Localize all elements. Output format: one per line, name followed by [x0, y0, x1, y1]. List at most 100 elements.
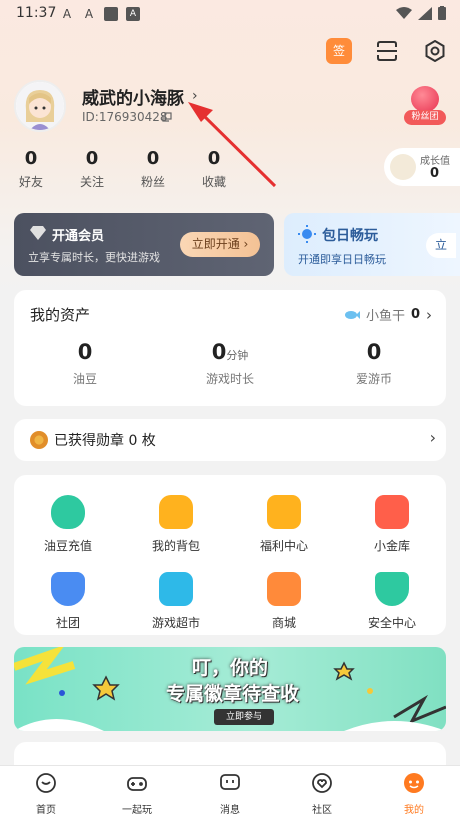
status-time: 11:37: [16, 5, 57, 21]
gamepad-icon: [127, 777, 147, 791]
bean-icon: [51, 495, 85, 529]
fish-label: 小鱼干: [365, 309, 405, 324]
gift-icon: [267, 495, 301, 529]
grid-item-vault[interactable]: 小金库: [342, 495, 442, 565]
tab-label: 我的: [404, 805, 424, 816]
grid-item-label: 商城: [271, 616, 296, 630]
sign-in-button[interactable]: 签: [326, 38, 352, 64]
banner-line2: 专属徽章待查收: [166, 683, 300, 705]
day-pass-card[interactable]: 包日畅玩 开通即享日日畅玩 立: [284, 213, 460, 276]
bottom-tab-bar: 首页 一起玩 消息 社区 我的: [0, 765, 460, 817]
copy-icon[interactable]: [162, 112, 172, 122]
tab-home[interactable]: 首页: [16, 772, 76, 816]
stat-value: 0: [207, 148, 221, 169]
backpack-icon: [159, 495, 193, 529]
chevron-right-icon: ›: [426, 305, 432, 324]
app-a-icon: A: [62, 7, 72, 21]
user-id: ID:176930428: [82, 110, 168, 124]
asset-game-time[interactable]: 0分钟 游戏时长: [170, 340, 290, 387]
gear-icon: [425, 40, 445, 62]
asset-coins[interactable]: 0 爱游币: [314, 340, 434, 387]
tab-me[interactable]: 我的: [384, 772, 444, 816]
stat-fans[interactable]: 0 粉丝: [128, 148, 178, 190]
avatar-girl-icon: [16, 82, 64, 130]
tab-messages[interactable]: 消息: [200, 772, 260, 816]
asset-label: 爱游币: [355, 372, 392, 386]
asset-beans[interactable]: 0 油豆: [25, 340, 145, 387]
stat-value: 0: [85, 148, 99, 169]
growth-label: 成长值: [420, 156, 450, 167]
medal-icon: [30, 431, 48, 449]
stat-label: 好友: [18, 175, 43, 189]
stat-value: 0: [24, 148, 38, 169]
grid-item-label: 社团: [55, 616, 80, 630]
day-pass-title: 包日畅玩: [322, 228, 378, 244]
leaf-icon: [390, 154, 416, 180]
battery-icon: [438, 6, 446, 20]
grid-item-label: 小金库: [373, 539, 410, 553]
assets-card: 我的资产 小鱼干 0 › 0 油豆 0分钟 游戏时长 0 爱游币: [14, 290, 446, 406]
banner-join-button[interactable]: 立即参与: [214, 709, 274, 725]
stat-label: 关注: [79, 175, 104, 189]
stats-row: 0 好友 0 关注 0 粉丝 0 收藏 成长值 0: [0, 148, 460, 193]
grid-item-store[interactable]: 商城: [234, 572, 334, 642]
feature-grid: 油豆充值 我的背包 福利中心 小金库 社团 游戏超市 商城 安全中心: [14, 475, 446, 635]
diamond-icon: [30, 226, 46, 240]
medal-banner[interactable]: 叮，你的 专属徽章待查收 立即参与: [14, 647, 446, 731]
tab-label: 一起玩: [122, 805, 152, 816]
tab-community[interactable]: 社区: [292, 772, 352, 816]
asset-unit: 分钟: [226, 349, 249, 362]
grid-item-game-market[interactable]: 游戏超市: [126, 572, 226, 642]
stat-friends[interactable]: 0 好友: [6, 148, 56, 190]
vip-open-button[interactable]: 立即开通 ›: [180, 232, 260, 257]
settings-button[interactable]: [422, 38, 448, 64]
grid-item-bean-recharge[interactable]: 油豆充值: [18, 495, 118, 565]
fish-dry-link[interactable]: 小鱼干 0 ›: [344, 305, 432, 324]
asset-value: 0: [211, 340, 227, 364]
cart-icon: [159, 572, 193, 606]
tab-play-together[interactable]: 一起玩: [107, 772, 167, 816]
stat-label: 收藏: [201, 175, 226, 189]
tab-label: 首页: [36, 805, 56, 816]
grid-item-label: 我的背包: [151, 539, 200, 553]
home-icon: [36, 773, 56, 793]
grid-item-label: 油豆充值: [43, 539, 92, 553]
community-icon: [312, 773, 332, 793]
scan-button[interactable]: [374, 38, 400, 64]
tab-label: 社区: [312, 805, 332, 816]
fish-icon: [344, 310, 360, 319]
asset-value: 0: [77, 340, 93, 364]
banner-line1: 叮，你的: [192, 657, 269, 679]
avatar[interactable]: [14, 80, 66, 132]
asset-value: 0: [366, 340, 382, 364]
asset-label: 游戏时长: [205, 372, 254, 386]
nickname[interactable]: 威武的小海豚: [82, 84, 184, 109]
stat-favorites[interactable]: 0 收藏: [189, 148, 239, 190]
vault-icon: [375, 495, 409, 529]
me-icon: [404, 773, 424, 793]
day-pass-button[interactable]: 立: [426, 233, 456, 258]
grid-item-label: 游戏超市: [151, 616, 200, 630]
app-a2-icon: A: [84, 7, 94, 21]
growth-value: 0: [430, 166, 440, 181]
signal-icon: [418, 6, 432, 20]
growth-value-button[interactable]: 成长值 0: [384, 148, 460, 186]
fish-value: 0: [410, 307, 420, 322]
grid-item-security[interactable]: 安全中心: [342, 572, 442, 642]
chevron-right-icon[interactable]: ›: [192, 88, 198, 104]
grid-item-club[interactable]: 社团: [18, 572, 118, 642]
stat-following[interactable]: 0 关注: [67, 148, 117, 190]
medal-row[interactable]: 已获得勋章 0 枚 ›: [14, 419, 446, 461]
stat-value: 0: [146, 148, 160, 169]
shield-icon: [375, 572, 409, 606]
assets-title: 我的资产: [30, 306, 91, 324]
grid-item-welfare[interactable]: 福利中心: [234, 495, 334, 565]
wifi-icon: [396, 6, 412, 19]
notification-icons: A A A: [60, 7, 140, 21]
header-actions: 签: [326, 38, 448, 64]
app-square-icon: [104, 7, 118, 21]
scan-icon: [377, 41, 397, 61]
fans-club-button[interactable]: 粉丝团: [404, 86, 446, 130]
vip-card[interactable]: 开通会员 立享专属时长，更快进游戏 立即开通 ›: [14, 213, 274, 276]
grid-item-backpack[interactable]: 我的背包: [126, 495, 226, 565]
